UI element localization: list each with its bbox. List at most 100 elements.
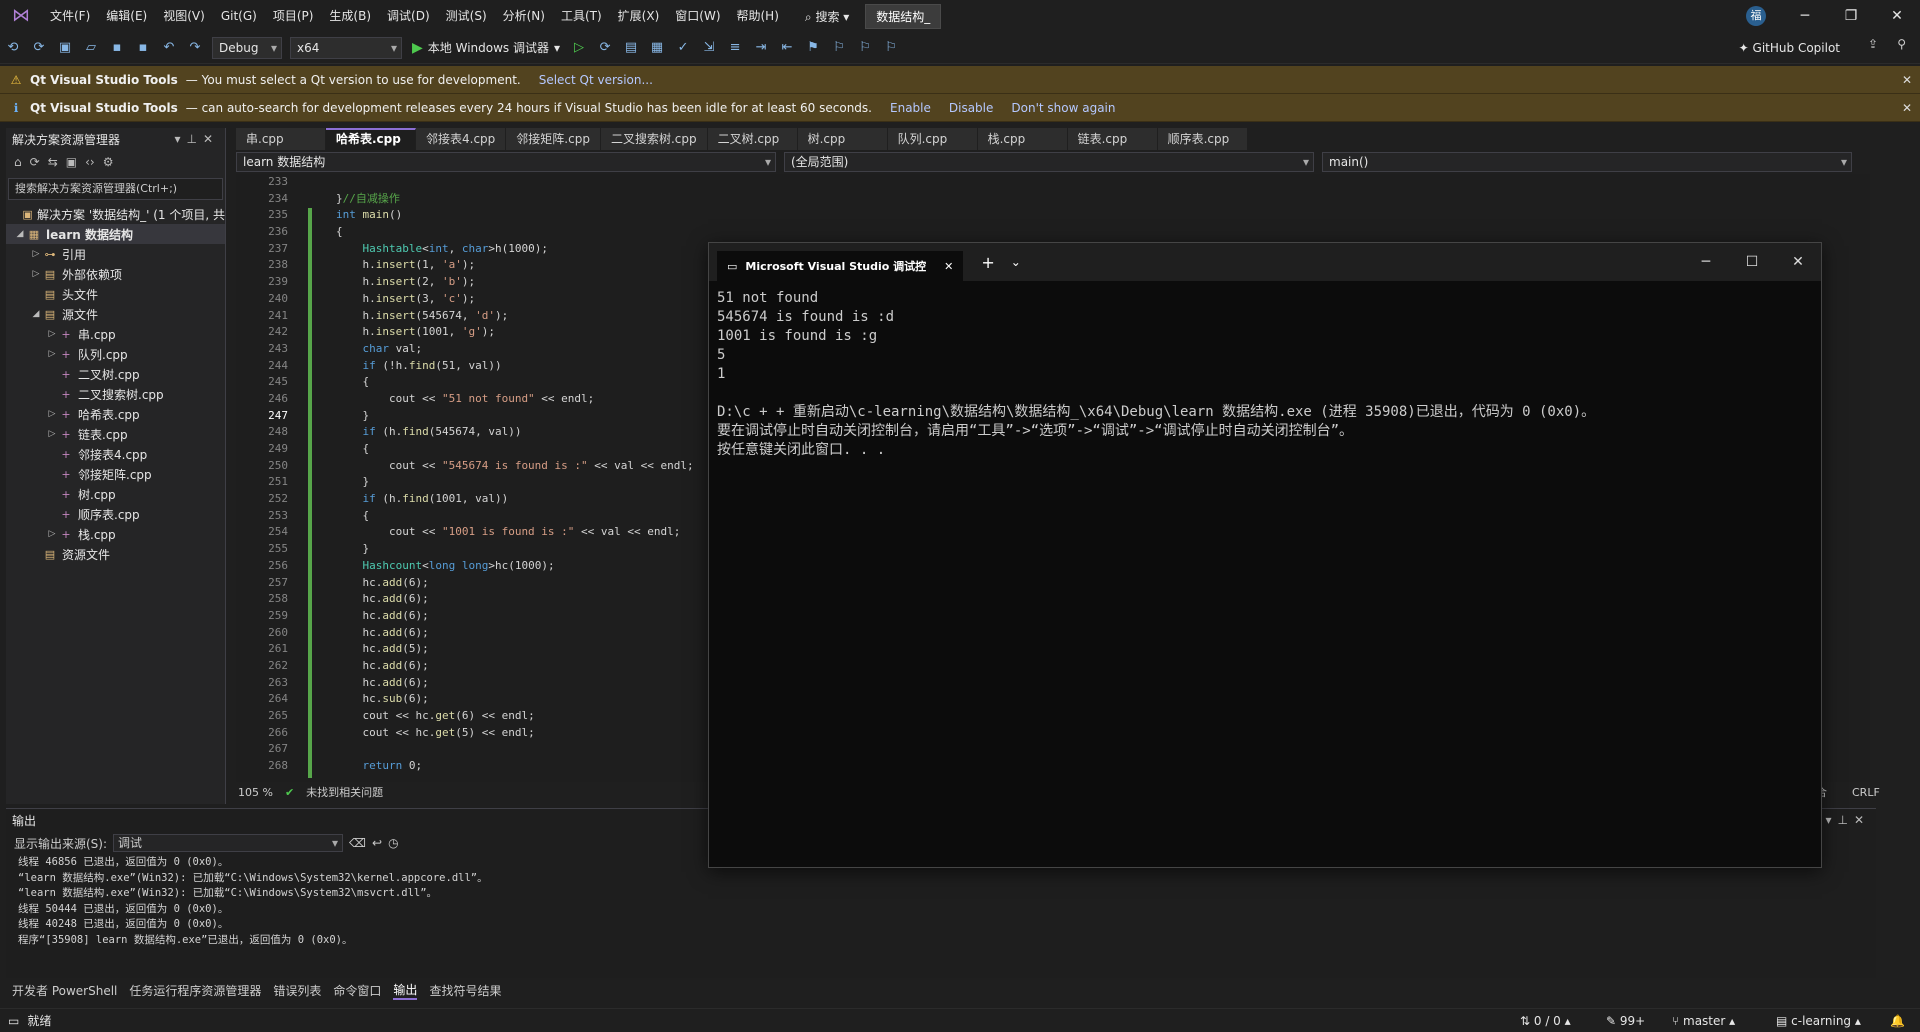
bookmark-prev-icon[interactable]: ⚐ [828, 37, 850, 59]
properties-icon[interactable]: ⚙ [103, 155, 114, 169]
pane-controls[interactable]: ▾⊥✕ [1825, 813, 1876, 827]
editor-tab[interactable]: 链表.cpp [1067, 128, 1158, 150]
minimize-icon[interactable]: ─ [1782, 0, 1828, 32]
solution-search-input[interactable]: 搜索解决方案资源管理器(Ctrl+;) [8, 178, 223, 200]
layout-icon[interactable]: ▦ [646, 37, 668, 59]
show-all-icon[interactable]: ▣ [66, 155, 77, 169]
tree-item[interactable]: + 邻接矩阵.cpp [6, 464, 225, 484]
tree-item[interactable]: ▷ ▤ 外部依赖项 [6, 264, 225, 284]
editor-tab[interactable]: 哈希表.cpp [326, 128, 416, 150]
github-copilot-button[interactable]: ✦ GitHub Copilot [1739, 41, 1840, 55]
start-without-debug-icon[interactable]: ▷ [568, 37, 590, 59]
bookmark-clear-icon[interactable]: ⚐ [880, 37, 902, 59]
outdent-icon[interactable]: ⇤ [776, 37, 798, 59]
disable-link[interactable]: Disable [949, 101, 994, 115]
issues-status[interactable]: 未找到相关问题 [306, 784, 383, 800]
menu-item[interactable]: 视图(V) [155, 0, 213, 32]
configuration-dropdown[interactable]: Debug [212, 36, 282, 59]
expand-icon[interactable]: ▷ [46, 429, 58, 439]
forward-icon[interactable]: ⟳ [28, 37, 50, 59]
align-icon[interactable]: ≡ [724, 37, 746, 59]
tree-item[interactable]: ▷ + 链表.cpp [6, 424, 225, 444]
editor-tab[interactable]: 邻接矩阵.cpp [506, 128, 601, 150]
menu-item[interactable]: 工具(T) [553, 0, 610, 32]
share-icon[interactable]: ⇪ [1868, 37, 1878, 51]
editor-tab[interactable]: 顺序表.cpp [1157, 128, 1248, 150]
bookmark-next-icon[interactable]: ⚐ [854, 37, 876, 59]
home-icon[interactable]: ⌂ [14, 155, 22, 169]
run-debugger-button[interactable]: ▶ 本地 Windows 调试器 ▾ [406, 39, 566, 56]
editor-tab[interactable]: 二叉搜索树.cpp [600, 128, 708, 150]
attach-icon[interactable]: ⟳ [594, 37, 616, 59]
tree-item[interactable]: + 邻接表4.cpp [6, 444, 225, 464]
code-line[interactable]: int main() [336, 207, 1836, 224]
eol-status[interactable]: CRLF [1852, 786, 1880, 799]
redo-icon[interactable]: ↷ [184, 37, 206, 59]
lines-status[interactable]: ⇅ 0 / 0 ▴ [1520, 1014, 1571, 1028]
notifications-icon[interactable]: 🔔 [1890, 1014, 1905, 1028]
collapse-icon[interactable]: ⇆ [48, 155, 58, 169]
bottom-tab[interactable]: 输出 [393, 981, 418, 1000]
wrap-icon[interactable]: ↩ [372, 836, 382, 850]
tree-item[interactable]: ▤ 头文件 [6, 284, 225, 304]
restore-icon[interactable]: ❐ [1828, 0, 1874, 32]
menu-item[interactable]: 调试(D) [379, 0, 438, 32]
debug-console-window[interactable]: ▭ Microsoft Visual Studio 调试控 ✕ + ⌄ ─ ☐ … [708, 242, 1822, 868]
explorer-icon[interactable]: ▤ [620, 37, 642, 59]
tree-item[interactable]: ▤ 资源文件 [6, 544, 225, 564]
save-icon[interactable]: ▪ [106, 37, 128, 59]
tree-item[interactable]: + 二叉搜索树.cpp [6, 384, 225, 404]
scope-dropdown[interactable]: (全局范围) [784, 152, 1314, 172]
close-infobar-icon[interactable]: ✕ [1902, 101, 1912, 115]
tree-item[interactable]: + 顺序表.cpp [6, 504, 225, 524]
pane-controls[interactable]: ▾⊥✕ [174, 132, 225, 146]
step-icon[interactable]: ⇲ [698, 37, 720, 59]
project-name-badge[interactable]: 数据结构_ [865, 3, 942, 29]
tree-item[interactable]: ▷ ⊶ 引用 [6, 244, 225, 264]
clock-icon[interactable]: ◷ [388, 836, 398, 850]
menu-item[interactable]: 扩展(X) [610, 0, 668, 32]
tree-item[interactable]: ▷ + 串.cpp [6, 324, 225, 344]
code-line[interactable]: }//自减操作 [336, 191, 1836, 208]
select-qt-version-link[interactable]: Select Qt version... [539, 73, 653, 87]
expand-icon[interactable]: ◢ [14, 229, 26, 239]
bottom-tab[interactable]: 命令窗口 [333, 982, 381, 999]
clear-icon[interactable]: ⌫ [349, 836, 366, 850]
code-icon[interactable]: ‹› [85, 155, 95, 169]
save-all-icon[interactable]: ▪ [132, 37, 154, 59]
menu-item[interactable]: 分析(N) [495, 0, 553, 32]
close-tab-icon[interactable]: ✕ [944, 260, 953, 273]
spell-icon[interactable]: ✓ [672, 37, 694, 59]
code-line[interactable]: { [336, 224, 1836, 241]
platform-dropdown[interactable]: x64 [290, 36, 402, 59]
menu-item[interactable]: 项目(P) [265, 0, 322, 32]
zoom-level[interactable]: 105 % [238, 786, 273, 799]
tree-item[interactable]: ▷ + 哈希表.cpp [6, 404, 225, 424]
menu-item[interactable]: Git(G) [213, 0, 265, 32]
tree-item[interactable]: ▷ + 栈.cpp [6, 524, 225, 544]
open-icon[interactable]: ▱ [80, 37, 102, 59]
undo-icon[interactable]: ↶ [158, 37, 180, 59]
branch-selector[interactable]: ⑂ master ▴ [1672, 1014, 1735, 1028]
expand-icon[interactable]: ▷ [46, 329, 58, 339]
menu-item[interactable]: 文件(F) [42, 0, 98, 32]
code-line[interactable] [336, 174, 1836, 191]
vertical-scrollbar[interactable] [1856, 174, 1868, 782]
menu-item[interactable]: 窗口(W) [667, 0, 728, 32]
feedback-icon[interactable]: ⚲ [1897, 37, 1906, 51]
member-dropdown[interactable]: main() [1322, 152, 1852, 172]
expand-icon[interactable]: ▷ [46, 409, 58, 419]
expand-icon[interactable]: ▷ [46, 349, 58, 359]
editor-tab[interactable]: 串.cpp [236, 128, 326, 150]
project-dropdown[interactable]: learn 数据结构 [236, 152, 776, 172]
menu-item[interactable]: 编辑(E) [98, 0, 155, 32]
dont-show-again-link[interactable]: Don't show again [1011, 101, 1115, 115]
tree-item[interactable]: ▷ + 队列.cpp [6, 344, 225, 364]
bookmark-icon[interactable]: ⚑ [802, 37, 824, 59]
indent-icon[interactable]: ⇥ [750, 37, 772, 59]
enable-link[interactable]: Enable [890, 101, 931, 115]
bottom-tab[interactable]: 开发者 PowerShell [12, 982, 117, 999]
menu-item[interactable]: 帮助(H) [729, 0, 787, 32]
tree-item[interactable]: ▣ 解决方案 '数据结构_' (1 个项目, 共 [6, 204, 225, 224]
editor-tab[interactable]: 邻接表4.cpp [416, 128, 507, 150]
